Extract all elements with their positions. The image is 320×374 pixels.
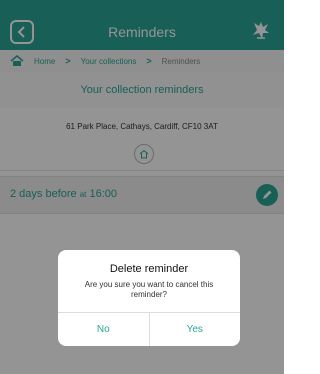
dialog-title: Delete reminder: [109, 263, 189, 275]
delete-reminder-dialog: Delete reminder Are you sure you want to…: [58, 250, 240, 346]
dialog-message: Are you sure you want to cancel this rem…: [84, 280, 214, 299]
no-button[interactable]: No: [58, 313, 149, 346]
dialog-actions: No Yes: [58, 312, 240, 346]
yes-button[interactable]: Yes: [148, 313, 241, 346]
